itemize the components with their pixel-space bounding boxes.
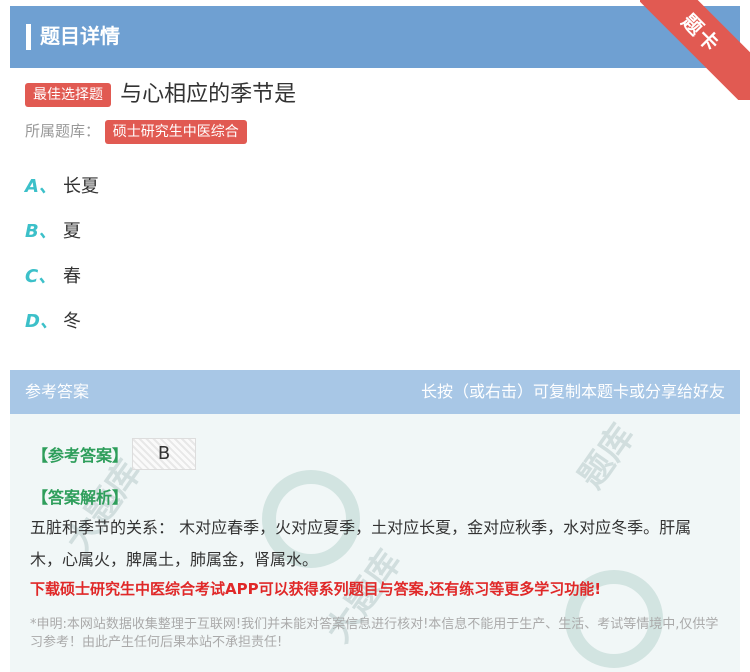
- option-a[interactable]: A、 长夏: [25, 170, 99, 215]
- option-letter: C、: [25, 266, 57, 287]
- question-text: 与心相应的季节是: [120, 81, 297, 107]
- bank-name-tag[interactable]: 硕士研究生中医综合: [104, 119, 247, 144]
- options-list: A、 长夏 B、夏 C、春 D、冬: [25, 170, 99, 350]
- option-letter: B、: [25, 221, 57, 242]
- header-accent-bar: [26, 24, 31, 50]
- answer-label: 【参考答案】: [32, 446, 129, 465]
- analysis-text: 五脏和季节的关系： 木对应春季，火对应夏季，土对应长夏，金对应秋季，水对应冬季。…: [30, 518, 692, 569]
- option-letter: D、: [25, 311, 58, 332]
- option-text: 春: [63, 266, 81, 287]
- option-text: 夏: [63, 221, 81, 242]
- page-title: 题目详情: [40, 24, 120, 48]
- option-text: 冬: [63, 311, 81, 332]
- header-bar: 题目详情: [10, 6, 740, 68]
- share-hint: 长按（或右击）可复制本题卡或分享给好友: [420, 382, 725, 401]
- question-type-tag: 最佳选择题: [25, 82, 111, 107]
- answer-panel: 参考答案 长按（或右击）可复制本题卡或分享给好友 大题库 大题库 题库 【参考答…: [10, 370, 740, 672]
- disclaimer-text: *申明:本网站数据收集整理于互联网!我们并未能对答案信息进行核对!本信息不能用于…: [30, 617, 719, 650]
- answer-header-title: 参考答案: [25, 382, 90, 401]
- bank-label: 所属题库：: [25, 122, 101, 140]
- answer-header: 参考答案 长按（或右击）可复制本题卡或分享给好友: [10, 370, 740, 414]
- analysis-label: 【答案解析】: [32, 488, 129, 507]
- option-d[interactable]: D、冬: [25, 305, 99, 350]
- option-b[interactable]: B、夏: [25, 215, 99, 260]
- question-section: 最佳选择题 与心相应的季节是 所属题库： 硕士研究生中医综合: [25, 78, 725, 144]
- option-text: 长夏: [63, 176, 99, 197]
- download-app-link[interactable]: 下载硕士研究生中医综合考试APP可以获得系列题目与答案,还有练习等更多学习功能!: [30, 578, 730, 599]
- option-c[interactable]: C、春: [25, 260, 99, 305]
- option-letter: A、: [25, 176, 57, 197]
- watermark: 题库: [570, 417, 643, 496]
- answer-value-image: B: [132, 438, 196, 470]
